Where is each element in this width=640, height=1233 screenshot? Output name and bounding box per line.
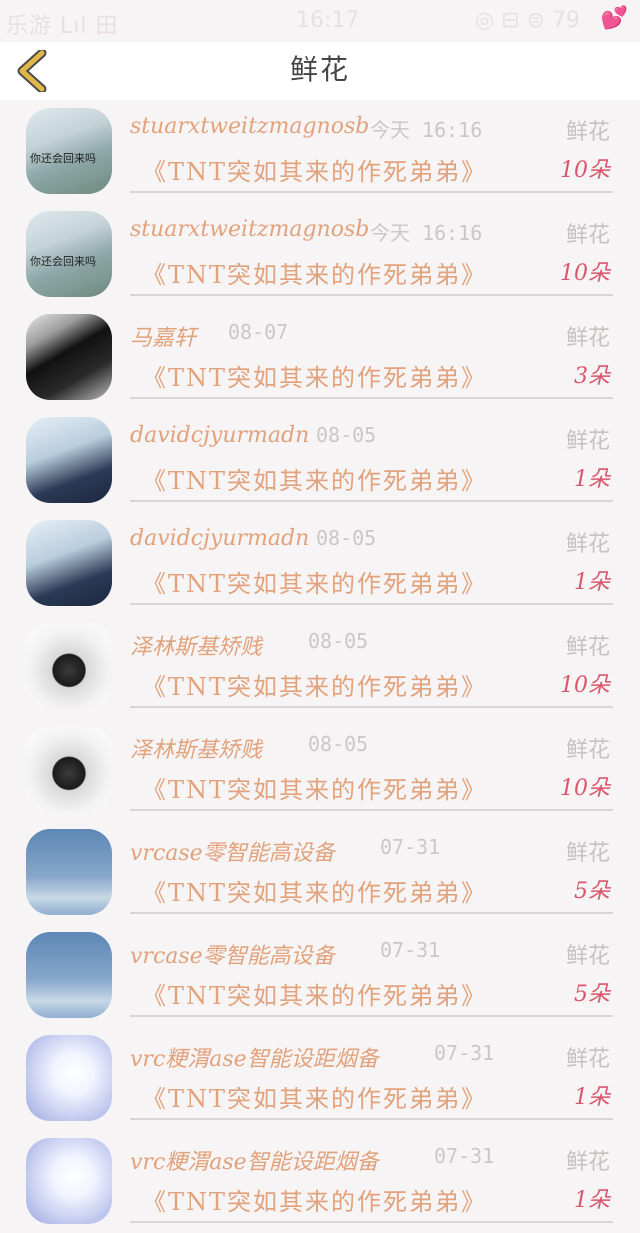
list-item[interactable]: vrcase零智能高设备 07-31 鲜花 《TNT突如其来的作死弟弟》 5朵 xyxy=(0,924,640,1027)
sender-name[interactable]: davidcjyurmadn xyxy=(130,423,309,448)
list-item[interactable]: vrc粳渭ase智能设距烟备 07-31 鲜花 《TNT突如其来的作死弟弟》 1… xyxy=(0,1130,640,1233)
send-date: 07-31 xyxy=(380,835,441,859)
work-title[interactable]: 《TNT突如其来的作死弟弟》 xyxy=(142,1182,487,1217)
sender-name[interactable]: 泽林斯基矫贱 xyxy=(130,629,262,661)
work-title[interactable]: 《TNT突如其来的作死弟弟》 xyxy=(142,255,487,290)
send-date: 今天 16:16 xyxy=(370,221,483,245)
flower-count: 1朵 xyxy=(574,467,610,492)
divider xyxy=(130,1118,613,1120)
work-title[interactable]: 《TNT突如其来的作死弟弟》 xyxy=(142,1079,487,1114)
list-item[interactable]: 你还会回来吗 stuarxtweitzmagnosb 今天 16:16 鲜花 《… xyxy=(0,203,640,306)
send-date: 08-05 xyxy=(316,526,377,550)
gift-type: 鲜花 xyxy=(565,944,610,969)
list-item[interactable]: davidcjyurmadn 08-05 鲜花 《TNT突如其来的作死弟弟》 1… xyxy=(0,512,640,615)
sender-name[interactable]: vrcase零智能高设备 xyxy=(130,938,335,970)
avatar[interactable] xyxy=(26,1035,112,1121)
flower-count: 3朵 xyxy=(574,364,610,389)
avatar[interactable] xyxy=(26,932,112,1018)
list-item[interactable]: 马嘉轩 08-07 鲜花 《TNT突如其来的作死弟弟》 3朵 xyxy=(0,306,640,409)
flower-count: 1朵 xyxy=(574,570,610,595)
avatar[interactable]: 你还会回来吗 xyxy=(26,108,112,194)
sender-name[interactable]: 马嘉轩 xyxy=(130,320,196,352)
gift-type: 鲜花 xyxy=(565,635,610,660)
gift-type: 鲜花 xyxy=(565,841,610,866)
send-date: 07-31 xyxy=(434,1144,495,1168)
avatar[interactable] xyxy=(26,520,112,606)
work-title[interactable]: 《TNT突如其来的作死弟弟》 xyxy=(142,358,487,393)
work-title[interactable]: 《TNT突如其来的作死弟弟》 xyxy=(142,667,487,702)
send-date: 07-31 xyxy=(434,1041,495,1065)
flower-count: 5朵 xyxy=(574,879,610,904)
send-date: 08-05 xyxy=(316,423,377,447)
avatar-caption: 你还会回来吗 xyxy=(30,255,96,268)
list-item[interactable]: vrc粳渭ase智能设距烟备 07-31 鲜花 《TNT突如其来的作死弟弟》 1… xyxy=(0,1027,640,1130)
work-title[interactable]: 《TNT突如其来的作死弟弟》 xyxy=(142,976,487,1011)
avatar[interactable] xyxy=(26,726,112,812)
divider xyxy=(130,1015,613,1017)
work-title[interactable]: 《TNT突如其来的作死弟弟》 xyxy=(142,461,487,496)
sender-name[interactable]: vrcase零智能高设备 xyxy=(130,835,335,867)
work-title[interactable]: 《TNT突如其来的作死弟弟》 xyxy=(142,152,487,187)
list-item[interactable]: vrcase零智能高设备 07-31 鲜花 《TNT突如其来的作死弟弟》 5朵 xyxy=(0,821,640,924)
gift-type: 鲜花 xyxy=(565,1047,610,1072)
avatar[interactable] xyxy=(26,623,112,709)
sender-name[interactable]: vrc粳渭ase智能设距烟备 xyxy=(130,1144,379,1176)
flower-count: 10朵 xyxy=(560,261,610,286)
avatar[interactable] xyxy=(26,314,112,400)
sender-name[interactable]: davidcjyurmadn xyxy=(130,526,309,551)
flower-count: 10朵 xyxy=(560,776,610,801)
gift-type: 鲜花 xyxy=(565,326,610,351)
flower-count: 1朵 xyxy=(574,1188,610,1213)
list-item[interactable]: 泽林斯基矫贱 08-05 鲜花 《TNT突如其来的作死弟弟》 10朵 xyxy=(0,615,640,718)
divider xyxy=(130,912,613,914)
divider xyxy=(130,1221,613,1223)
clock: 16:17 xyxy=(296,8,360,33)
gift-type: 鲜花 xyxy=(565,120,610,145)
send-date: 07-31 xyxy=(380,938,441,962)
divider xyxy=(130,191,613,193)
work-title[interactable]: 《TNT突如其来的作死弟弟》 xyxy=(142,873,487,908)
flower-count: 10朵 xyxy=(560,673,610,698)
divider xyxy=(130,603,613,605)
flower-count: 5朵 xyxy=(574,982,610,1007)
list-item[interactable]: davidcjyurmadn 08-05 鲜花 《TNT突如其来的作死弟弟》 1… xyxy=(0,409,640,512)
hearts-icon: 💕 xyxy=(600,6,628,31)
send-date: 08-07 xyxy=(228,320,289,344)
send-date: 今天 16:16 xyxy=(370,118,483,142)
avatar-caption: 你还会回来吗 xyxy=(30,152,96,165)
gift-type: 鲜花 xyxy=(565,1150,610,1175)
list-item[interactable]: 你还会回来吗 stuarxtweitzmagnosb 今天 16:16 鲜花 《… xyxy=(0,100,640,203)
work-title[interactable]: 《TNT突如其来的作死弟弟》 xyxy=(142,770,487,805)
flower-count: 1朵 xyxy=(574,1085,610,1110)
gift-type: 鲜花 xyxy=(565,429,610,454)
gift-type: 鲜花 xyxy=(565,738,610,763)
send-date: 08-05 xyxy=(308,629,369,653)
gift-type: 鲜花 xyxy=(565,532,610,557)
flower-count: 10朵 xyxy=(560,158,610,183)
sender-name[interactable]: stuarxtweitzmagnosb xyxy=(130,217,369,242)
avatar[interactable]: 你还会回来吗 xyxy=(26,211,112,297)
sender-name[interactable]: stuarxtweitzmagnosb xyxy=(130,114,369,139)
nav-bar: 鲜花 xyxy=(0,42,640,100)
divider xyxy=(130,397,613,399)
avatar[interactable] xyxy=(26,829,112,915)
flower-gift-list: 你还会回来吗 stuarxtweitzmagnosb 今天 16:16 鲜花 《… xyxy=(0,100,640,1233)
avatar[interactable] xyxy=(26,1138,112,1224)
gift-type: 鲜花 xyxy=(565,223,610,248)
list-item[interactable]: 泽林斯基矫贱 08-05 鲜花 《TNT突如其来的作死弟弟》 10朵 xyxy=(0,718,640,821)
divider xyxy=(130,809,613,811)
page-title: 鲜花 xyxy=(289,53,350,86)
status-icons: ◎ ⊟ ⊜ 79 xyxy=(474,8,580,33)
divider xyxy=(130,500,613,502)
work-title[interactable]: 《TNT突如其来的作死弟弟》 xyxy=(142,564,487,599)
divider xyxy=(130,294,613,296)
send-date: 08-05 xyxy=(308,732,369,756)
sender-name[interactable]: 泽林斯基矫贱 xyxy=(130,732,262,764)
avatar[interactable] xyxy=(26,417,112,503)
divider xyxy=(130,706,613,708)
sender-name[interactable]: vrc粳渭ase智能设距烟备 xyxy=(130,1041,379,1073)
